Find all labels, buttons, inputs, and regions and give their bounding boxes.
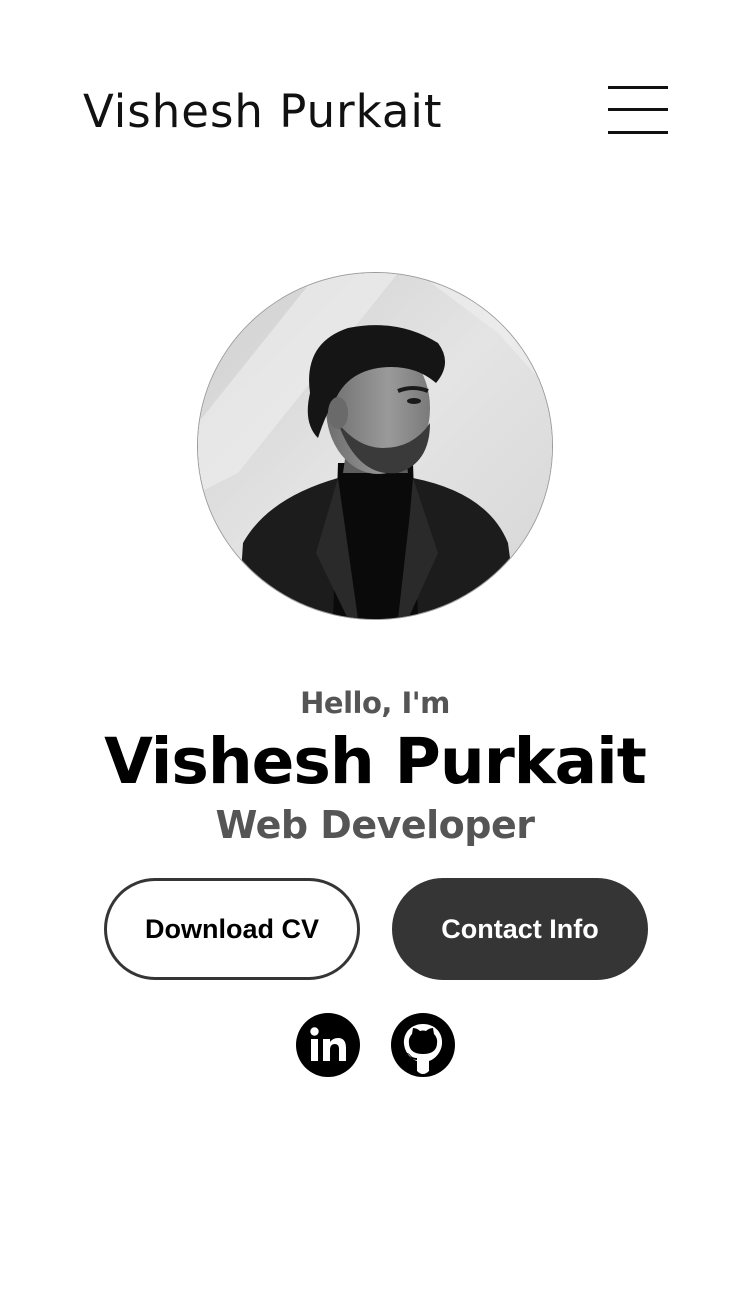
navbar: Vishesh Purkait bbox=[0, 0, 750, 220]
hamburger-line bbox=[608, 86, 668, 89]
hamburger-line bbox=[608, 131, 668, 134]
hero-name: Vishesh Purkait bbox=[104, 725, 647, 798]
profile-picture bbox=[198, 273, 552, 619]
contact-info-button[interactable]: Contact Info bbox=[392, 878, 648, 980]
hero-role: Web Developer bbox=[215, 803, 535, 847]
hamburger-menu-icon[interactable] bbox=[606, 84, 670, 138]
hamburger-line bbox=[608, 108, 668, 111]
download-cv-button[interactable]: Download CV bbox=[104, 878, 360, 980]
github-icon[interactable] bbox=[390, 1012, 456, 1078]
linkedin-icon[interactable] bbox=[295, 1012, 361, 1078]
social-links bbox=[0, 1012, 750, 1078]
site-logo[interactable]: Vishesh Purkait bbox=[83, 84, 443, 140]
greeting-text: Hello, I'm bbox=[300, 686, 450, 720]
